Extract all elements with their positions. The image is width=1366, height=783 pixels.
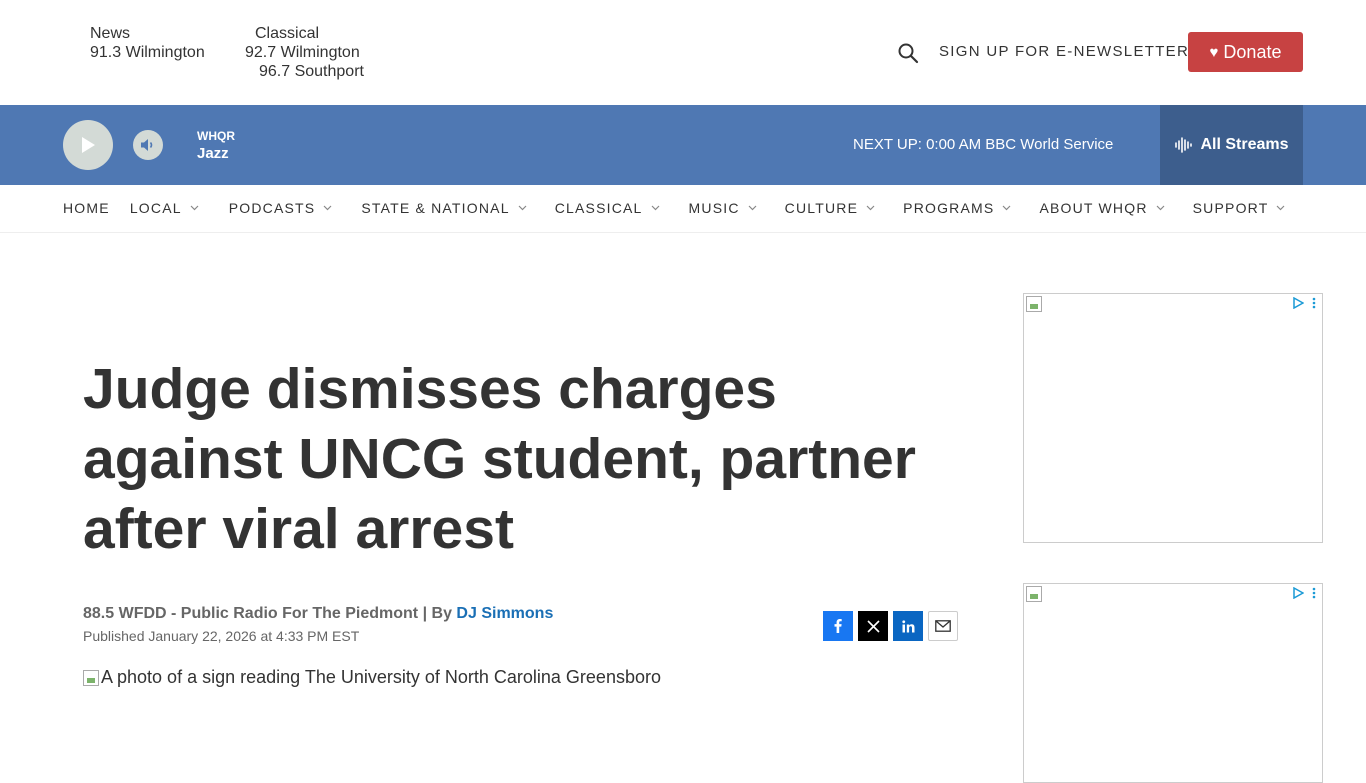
nav-item-label: MUSIC xyxy=(688,200,740,216)
x-icon xyxy=(866,619,880,633)
nav-item-label: STATE & NATIONAL xyxy=(361,200,510,216)
nav-item-programs[interactable]: PROGRAMS xyxy=(903,200,1011,216)
nav-item-local[interactable]: LOCAL xyxy=(130,200,199,216)
play-button[interactable] xyxy=(63,120,113,170)
play-icon xyxy=(82,137,95,153)
audio-player-bar: WHQR Jazz NEXT UP: 0:00 AM BBC World Ser… xyxy=(0,105,1366,185)
now-playing-station: WHQR xyxy=(197,129,235,143)
chevron-down-icon xyxy=(748,205,757,211)
article-photo-alt-text: A photo of a sign reading The University… xyxy=(101,667,661,687)
chevron-down-icon xyxy=(1156,205,1165,211)
station-classical[interactable]: Classical 92.7 Wilmington 96.7 Southport xyxy=(245,24,364,81)
donate-button[interactable]: ♥ Donate xyxy=(1188,32,1303,72)
nav-item-podcasts[interactable]: PODCASTS xyxy=(229,200,333,216)
chevron-down-icon xyxy=(518,205,527,211)
nav-item-label: CLASSICAL xyxy=(554,200,643,216)
broken-image-icon xyxy=(1026,296,1044,317)
share-facebook-button[interactable] xyxy=(823,611,853,641)
station-news[interactable]: News 91.3 Wilmington xyxy=(90,24,205,62)
nav-item-label: SUPPORT xyxy=(1192,200,1269,216)
share-email-button[interactable] xyxy=(928,611,958,641)
email-icon xyxy=(935,620,951,632)
station-news-label: News xyxy=(90,25,131,42)
published-date: Published January 22, 2026 at 4:33 PM ES… xyxy=(83,628,360,644)
adchoices-icon[interactable] xyxy=(1292,586,1305,604)
linkedin-icon xyxy=(901,619,914,632)
byline-author-link[interactable]: DJ Simmons xyxy=(456,605,553,622)
nav-item-label: PROGRAMS xyxy=(903,200,995,216)
advertisement-slot[interactable] xyxy=(1023,583,1323,783)
next-up-text: NEXT UP: 0:00 AM BBC World Service xyxy=(853,136,1114,153)
nav-item-state-national[interactable]: STATE & NATIONAL xyxy=(361,200,527,216)
article-byline: 88.5 WFDD - Public Radio For The Piedmon… xyxy=(83,605,553,623)
station-classical-frequency-1: 92.7 Wilmington xyxy=(245,44,360,61)
nav-list: HOME LOCAL PODCASTS STATE & NATIONAL CLASSIC… xyxy=(63,200,1285,216)
nav-item-label: CULTURE xyxy=(784,200,859,216)
station-classical-frequency-2: 96.7 Southport xyxy=(259,63,364,80)
search-icon[interactable] xyxy=(897,42,919,64)
chevron-down-icon xyxy=(651,205,660,211)
article-headline: Judge dismisses charges against UNCG stu… xyxy=(83,357,916,561)
chevron-down-icon xyxy=(323,205,332,211)
volume-button[interactable] xyxy=(133,130,163,160)
chevron-down-icon xyxy=(190,205,199,211)
nav-item-label: LOCAL xyxy=(129,200,182,216)
donate-label: Donate xyxy=(1223,41,1282,62)
newsletter-signup-link[interactable]: SIGN UP FOR E-NEWSLETTERS xyxy=(939,43,1200,60)
article-photo: A photo of a sign reading The University… xyxy=(83,667,661,688)
chevron-down-icon xyxy=(1276,205,1285,211)
all-streams-label: All Streams xyxy=(1200,136,1289,153)
nav-item-music[interactable]: MUSIC xyxy=(689,200,757,216)
now-playing-show: Jazz xyxy=(197,145,229,162)
station-news-frequency: 91.3 Wilmington xyxy=(90,44,205,61)
ad-options-icon[interactable] xyxy=(1312,586,1316,604)
nav-item-label: ABOUT WHQR xyxy=(1039,200,1148,216)
nav-item-label: PODCASTS xyxy=(228,200,316,216)
nav-item-support[interactable]: SUPPORT xyxy=(1193,200,1286,216)
share-x-button[interactable] xyxy=(858,611,888,641)
ad-options-icon[interactable] xyxy=(1312,296,1316,314)
byline-by: | By xyxy=(422,605,452,622)
broken-image-icon xyxy=(1026,586,1044,607)
facebook-icon xyxy=(834,619,842,633)
station-classical-label: Classical xyxy=(255,25,320,42)
audio-wave-icon xyxy=(1174,137,1194,153)
chevron-down-icon xyxy=(866,205,875,211)
nav-item-home[interactable]: HOME xyxy=(63,200,110,216)
site-header: News 91.3 Wilmington Classical 92.7 Wilm… xyxy=(0,0,1366,105)
advertisement-slot[interactable] xyxy=(1023,293,1323,543)
nav-item-label: HOME xyxy=(63,200,110,216)
heart-icon: ♥ xyxy=(1209,43,1219,61)
all-streams-button[interactable]: All Streams xyxy=(1160,105,1303,185)
byline-source: 88.5 WFDD - Public Radio For The Piedmon… xyxy=(83,605,419,622)
broken-image-icon xyxy=(83,669,99,686)
nav-item-about-whqr[interactable]: ABOUT WHQR xyxy=(1039,200,1165,216)
adchoices-icon[interactable] xyxy=(1292,296,1305,314)
nav-item-culture[interactable]: CULTURE xyxy=(785,200,875,216)
share-linkedin-button[interactable] xyxy=(893,611,923,641)
nav-item-classical[interactable]: CLASSICAL xyxy=(555,200,660,216)
volume-icon xyxy=(141,139,153,151)
chevron-down-icon xyxy=(1002,205,1011,211)
main-nav: HOME LOCAL PODCASTS STATE & NATIONAL CLASSIC… xyxy=(0,185,1366,233)
